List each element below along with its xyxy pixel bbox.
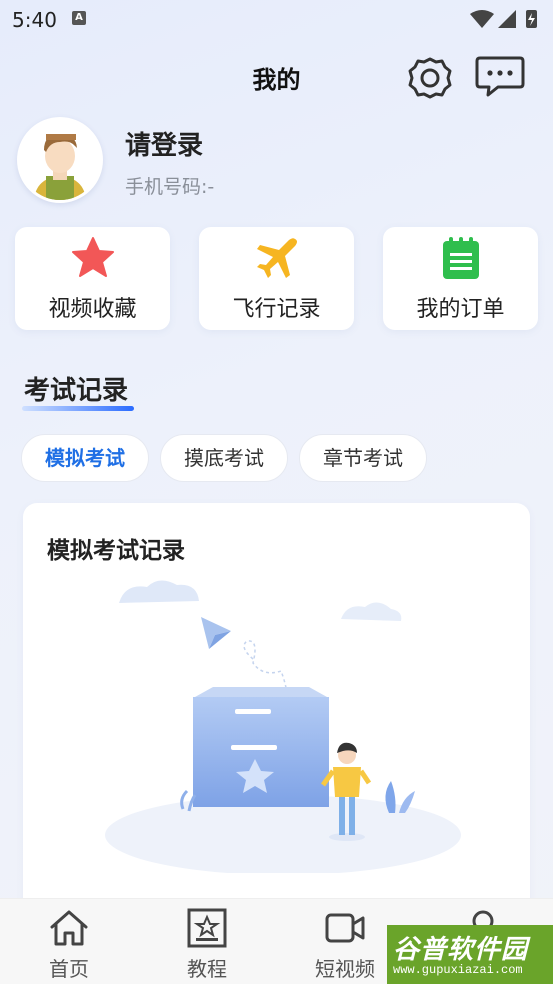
nav-tutorial-label: 教程	[187, 957, 227, 981]
nav-home[interactable]: 首页	[19, 899, 119, 984]
watermark-main-text: 谷普软件园	[393, 935, 529, 965]
notification-a-icon: A	[72, 11, 86, 25]
tab-mock-exam[interactable]: 模拟考试	[21, 434, 149, 482]
nav-tutorial[interactable]: 教程	[157, 899, 257, 984]
gear-icon	[408, 57, 452, 99]
video-icon	[325, 913, 365, 943]
chat-icon	[475, 56, 525, 97]
avatar[interactable]	[17, 117, 103, 203]
flight-records-card[interactable]: 飞行记录	[199, 227, 354, 330]
page-title: 我的	[252, 66, 301, 94]
settings-button[interactable]	[406, 56, 454, 100]
signal-wifi-battery-icon	[470, 10, 537, 28]
nav-home-label: 首页	[49, 957, 89, 981]
mock-exam-records-card: 模拟考试记录	[23, 503, 530, 923]
my-orders-label: 我的订单	[416, 297, 505, 322]
status-icons	[468, 8, 543, 34]
video-favorites-card[interactable]: 视频收藏	[15, 227, 170, 330]
message-button[interactable]	[474, 54, 526, 100]
clipboard-icon	[442, 237, 479, 279]
video-favorites-label: 视频收藏	[48, 297, 137, 322]
tutorial-icon	[187, 908, 227, 948]
flight-records-label: 飞行记录	[232, 297, 321, 322]
watermark: 谷普软件园 www.gupuxiazai.com	[387, 925, 553, 984]
star-icon	[71, 237, 114, 277]
nav-short-video[interactable]: 短视频	[295, 899, 395, 984]
tab-baseline-exam[interactable]: 摸底考试	[160, 434, 288, 482]
status-time: 5:40	[12, 8, 57, 32]
record-card-title: 模拟考试记录	[47, 538, 185, 564]
empty-state-illustration	[105, 580, 461, 873]
watermark-url: www.gupuxiazai.com	[393, 963, 523, 977]
airplane-icon	[256, 238, 297, 278]
status-bar: 5:40 A	[0, 0, 553, 40]
tab-chapter-exam[interactable]: 章节考试	[299, 434, 427, 482]
my-orders-card[interactable]: 我的订单	[383, 227, 538, 330]
home-icon	[50, 910, 88, 946]
phone-number: 手机号码:-	[125, 176, 215, 198]
section-underline	[22, 406, 134, 411]
login-prompt[interactable]: 请登录	[125, 125, 203, 162]
nav-short-video-label: 短视频	[315, 957, 375, 981]
user-avatar-icon	[20, 120, 100, 200]
section-title-exam-records: 考试记录	[24, 376, 129, 406]
